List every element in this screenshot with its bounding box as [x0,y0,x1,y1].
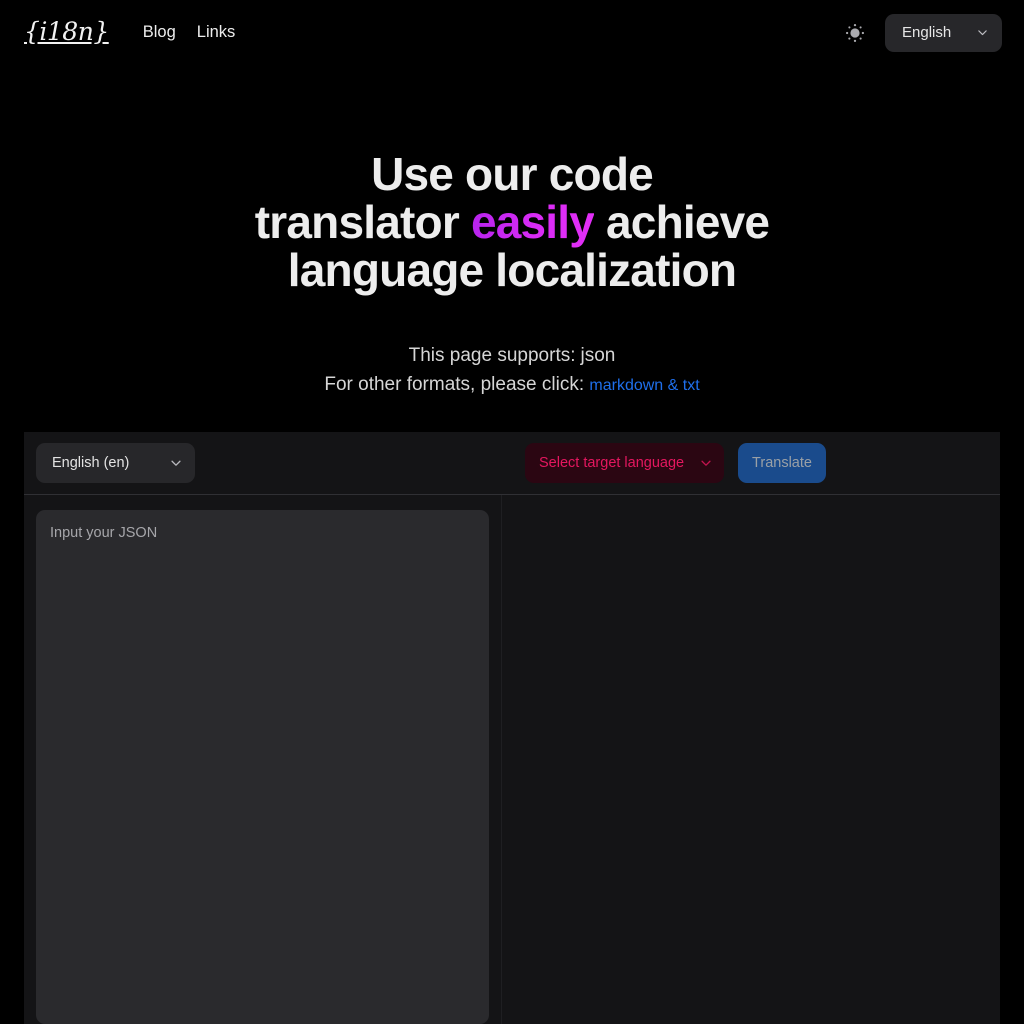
chevron-down-icon [701,460,711,466]
hero-title-line-3: language localization [287,244,737,296]
nav-link-links[interactable]: Links [197,24,236,41]
other-formats-line: For other formats, please click: markdow… [0,370,1024,400]
hero-title-line-1: Use our code [371,148,654,200]
navbar-right-controls: English [841,13,1002,52]
hero-title-line-2-pre: translator [254,196,471,248]
chevron-down-icon [978,30,987,36]
supports-prefix-label: This page supports: [408,345,576,366]
hero-subtitle: This page supports: json For other format… [0,341,1024,400]
output-editor-pane [502,495,1000,1024]
hero-section: Use our code translator easily achieve l… [0,65,1024,400]
translator-workspace: English (en) Select target language Tran… [24,432,1000,1024]
theme-toggle-button[interactable] [841,19,869,47]
nav-link-blog[interactable]: Blog [143,24,176,41]
workspace-toolbar: English (en) Select target language Tran… [24,432,1000,495]
hero-title-accent: easily [470,196,595,248]
supports-format-value: json [580,345,616,366]
top-navbar: {i18n} Blog Links English [0,0,1024,65]
hero-title-line-2-post: achieve [594,196,770,248]
input-editor-pane [24,495,502,1024]
page-title: Use our code translator easily achieve l… [217,150,807,294]
brand-logo[interactable]: {i18n} [24,19,109,46]
site-language-dropdown[interactable]: English [885,13,1002,52]
toolbar-source-side: English (en) [24,443,502,483]
other-formats-prefix-label: For other formats, please click: [324,374,585,395]
source-language-value: English (en) [52,455,130,471]
json-output-area[interactable] [514,510,988,1024]
editor-split-view [24,495,1000,1024]
json-input-textarea[interactable] [36,510,489,1024]
primary-nav: Blog Links [143,24,236,41]
site-language-value: English [902,24,952,41]
chevron-down-icon [171,460,181,466]
translate-button[interactable]: Translate [738,443,826,483]
other-formats-link[interactable]: markdown & txt [589,377,699,394]
target-language-dropdown[interactable]: Select target language [525,443,724,483]
toolbar-target-side: Select target language Translate [502,443,1000,483]
source-language-dropdown[interactable]: English (en) [36,443,195,483]
target-language-value: Select target language [539,455,685,471]
sun-icon [845,23,865,42]
supported-formats-line: This page supports: json [0,341,1024,370]
